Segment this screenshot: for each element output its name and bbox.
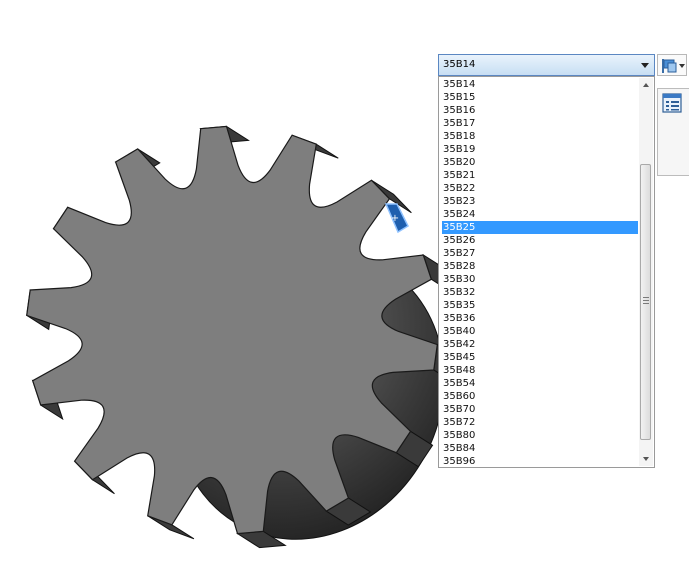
list-option[interactable]: 35B20 xyxy=(442,156,638,169)
flag-dropdown-button[interactable] xyxy=(657,54,687,76)
list-option[interactable]: 35B27 xyxy=(442,247,638,260)
list-option[interactable]: 35B96 xyxy=(442,455,638,468)
list-view-icon[interactable] xyxy=(662,93,682,113)
list-option[interactable]: 35B23 xyxy=(442,195,638,208)
list-option[interactable]: 35B15 xyxy=(442,91,638,104)
list-option[interactable]: 35B17 xyxy=(442,117,638,130)
list-option[interactable]: 35B16 xyxy=(442,104,638,117)
scroll-down-arrow-icon[interactable] xyxy=(639,452,653,466)
list-option[interactable]: 35B30 xyxy=(442,273,638,286)
list-option[interactable]: 35B48 xyxy=(442,364,638,377)
grip-icon xyxy=(643,297,649,304)
list-option[interactable]: 35B19 xyxy=(442,143,638,156)
list-option[interactable]: 35B36 xyxy=(442,312,638,325)
side-panel xyxy=(657,88,689,176)
list-option[interactable]: 35B42 xyxy=(442,338,638,351)
vertical-scrollbar[interactable] xyxy=(639,78,653,466)
list-option[interactable]: 35B45 xyxy=(442,351,638,364)
handle-icon: + xyxy=(391,213,399,224)
list-option[interactable]: 35B60 xyxy=(442,390,638,403)
list-option[interactable]: 35B32 xyxy=(442,286,638,299)
list-option[interactable]: 35B80 xyxy=(442,429,638,442)
chevron-down-icon[interactable] xyxy=(638,57,652,73)
list-option[interactable]: 35B25 xyxy=(442,221,638,234)
list-option[interactable]: 35B70 xyxy=(442,403,638,416)
size-combo-box[interactable]: 35B14 xyxy=(438,54,655,76)
list-option[interactable]: 35B84 xyxy=(442,442,638,455)
list-option[interactable]: 35B35 xyxy=(442,299,638,312)
list-option[interactable]: 35B40 xyxy=(442,325,638,338)
list-option[interactable]: 35B14 xyxy=(442,78,638,91)
list-option[interactable]: 35B18 xyxy=(442,130,638,143)
list-option[interactable]: 35B21 xyxy=(442,169,638,182)
flag-icon xyxy=(662,59,677,73)
list-option[interactable]: 35B28 xyxy=(442,260,638,273)
list-option[interactable]: 35B26 xyxy=(442,234,638,247)
list-option[interactable]: 35B22 xyxy=(442,182,638,195)
flag-chevron-down-icon xyxy=(679,64,685,68)
option-list: 35B14 35B15 35B16 35B17 35B18 35B19 35B20 35B21… xyxy=(442,78,638,468)
scroll-thumb[interactable] xyxy=(640,164,651,440)
size-dropdown-list[interactable]: 35B14 35B15 35B16 35B17 35B18 35B19 35B20 35B21… xyxy=(438,76,655,468)
scroll-up-arrow-icon[interactable] xyxy=(639,78,653,92)
combo-selected-value: 35B14 xyxy=(443,59,476,70)
list-option[interactable]: 35B72 xyxy=(442,416,638,429)
list-option[interactable]: 35B24 xyxy=(442,208,638,221)
list-option[interactable]: 35B54 xyxy=(442,377,638,390)
